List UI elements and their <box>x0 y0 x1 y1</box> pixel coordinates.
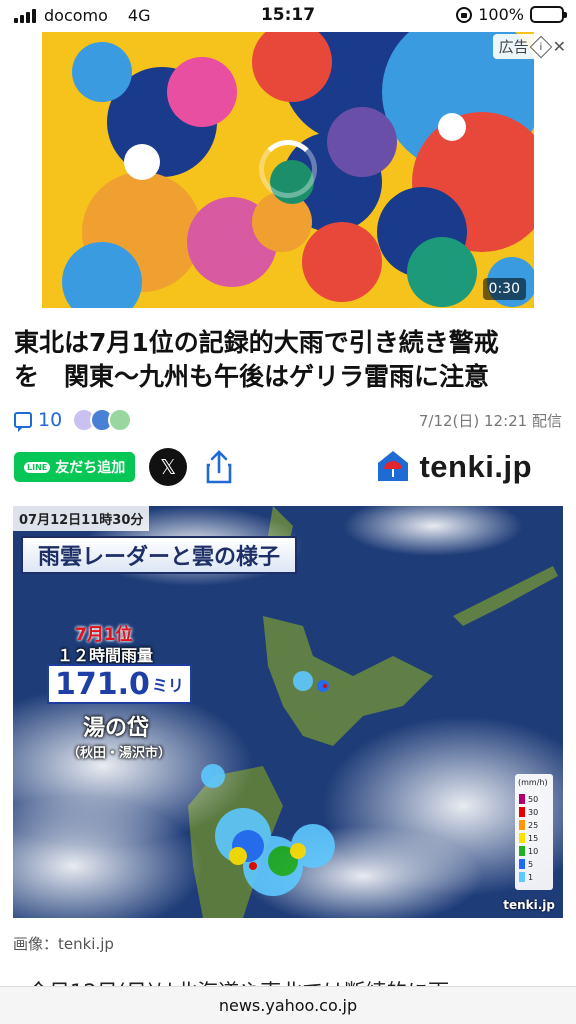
legend-swatch <box>519 872 525 882</box>
article-headline: 東北は7月1位の記録的大雨で引き続き警戒 を 関東〜九州も午後はゲリラ雷雨に注意 <box>14 326 562 394</box>
battery-percent: 100% <box>478 5 524 24</box>
tenki-logo-text: tenki.jp <box>419 449 532 484</box>
ad-label-text: 広告 <box>498 38 529 56</box>
legend-swatch <box>519 846 525 856</box>
tenki-umbrella-icon <box>378 451 409 481</box>
ad-video[interactable]: 0:30 <box>42 32 534 308</box>
battery-icon <box>530 6 567 23</box>
radar-rainfall-value: 171.0 ミリ <box>47 664 192 704</box>
tenki-logo[interactable]: tenki.jp <box>375 449 532 485</box>
legend-swatch <box>519 859 525 869</box>
article-meta: 10 7/12(日) 12:21 配信 <box>14 404 562 436</box>
legend-item: 50 <box>519 794 538 804</box>
share-row: LINE 友だち追加 𝕏 tenki.jp <box>14 447 562 487</box>
headline-line-1: 東北は7月1位の記録的大雨で引き続き警戒 <box>14 328 499 357</box>
line-add-friend-button[interactable]: LINE 友だち追加 <box>14 452 136 482</box>
legend-swatch <box>519 820 525 830</box>
close-icon[interactable]: ✕ <box>553 37 566 56</box>
image-caption: 画像：tenki.jp <box>13 935 114 953</box>
url-domain: news.yahoo.co.jp <box>218 996 358 1015</box>
ad-banner[interactable]: 0:30 広告 i ✕ <box>0 32 576 308</box>
radar-title: 雨雲レーダーと雲の様子 <box>21 536 297 574</box>
legend-item: 5 <box>519 859 533 869</box>
share-icon[interactable] <box>201 448 237 486</box>
loading-spinner-icon <box>259 140 317 198</box>
ad-label[interactable]: 広告 i ✕ <box>492 34 572 59</box>
radar-place-sub: （秋田・湯沢市） <box>67 746 172 761</box>
info-icon[interactable]: i <box>529 35 552 58</box>
status-bar: docomo 4G 15:17 100% <box>0 0 576 32</box>
comment-count[interactable]: 10 <box>38 409 62 431</box>
radar-timestamp: 07月12日11時30分 <box>13 506 150 531</box>
x-share-button[interactable]: 𝕏 <box>149 448 188 486</box>
radar-period: １２時間雨量 <box>57 646 154 665</box>
ad-duration: 0:30 <box>482 278 526 300</box>
legend-item: 15 <box>519 833 538 843</box>
legend-swatch <box>519 833 525 843</box>
legend-item: 1 <box>519 872 533 882</box>
url-bar[interactable]: news.yahoo.co.jp <box>0 986 576 1024</box>
comment-icon[interactable] <box>14 412 32 432</box>
headline-line-2: を 関東〜九州も午後はゲリラ雷雨に注意 <box>14 362 490 391</box>
reaction-avatars[interactable] <box>72 408 133 432</box>
radar-place: 湯の岱 <box>83 716 150 741</box>
rainfall-number: 171.0 <box>55 666 150 702</box>
legend-unit: (mm/h) <box>518 778 548 787</box>
orientation-lock-icon <box>456 6 473 23</box>
radar-brand: tenki.jp <box>503 898 555 912</box>
rain-legend: (mm/h) 50 30 25 15 10 5 1 <box>515 774 553 890</box>
reaction-avatar <box>108 408 133 432</box>
legend-item: 10 <box>519 846 538 856</box>
publish-date: 7/12(日) 12:21 配信 <box>418 411 562 430</box>
legend-item: 30 <box>519 807 538 817</box>
weather-radar-image[interactable]: 07月12日11時30分 雨雲レーダーと雲の様子 7月1位 １２時間雨量 171… <box>13 506 563 918</box>
rainfall-unit: ミリ <box>151 676 184 695</box>
status-right: 100% <box>456 5 567 24</box>
line-button-label: 友だち追加 <box>55 460 126 476</box>
legend-swatch <box>519 794 525 804</box>
legend-item: 25 <box>519 820 538 830</box>
line-logo-icon: LINE <box>24 461 51 473</box>
legend-swatch <box>519 807 525 817</box>
